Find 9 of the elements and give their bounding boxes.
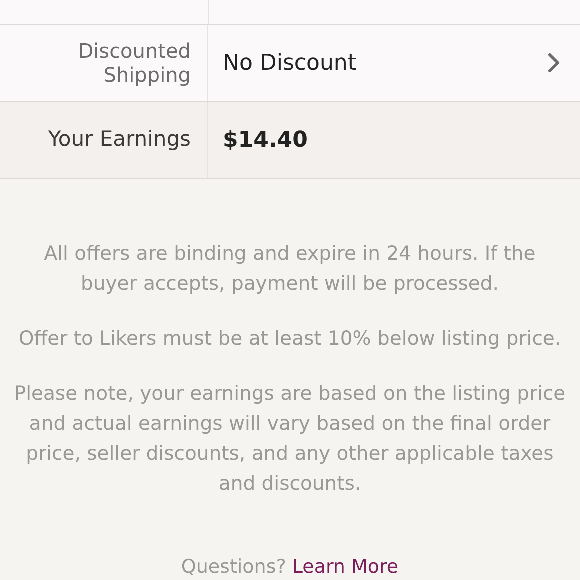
learn-more-link[interactable]: Learn More — [292, 556, 399, 578]
questions-text: Questions? Learn More — [180, 556, 400, 580]
chevron-right-icon[interactable] — [548, 53, 560, 73]
info-note: Offer to Likers must be at least 10% below listing price. — [18, 326, 562, 352]
row-value: $14.40 — [223, 128, 308, 152]
row-value: No Discount — [223, 50, 356, 76]
info-note: All offers are binding and expire in 24 hours. If the buyer accepts, payment will be processed. — [43, 241, 537, 297]
info-note: Please note, your earnings are based on the listing price and actual earnings will vary based on the final order price, seller discounts, and any other applicable taxes and discounts. — [14, 381, 566, 497]
row-label: Your Earnings — [0, 102, 208, 178]
